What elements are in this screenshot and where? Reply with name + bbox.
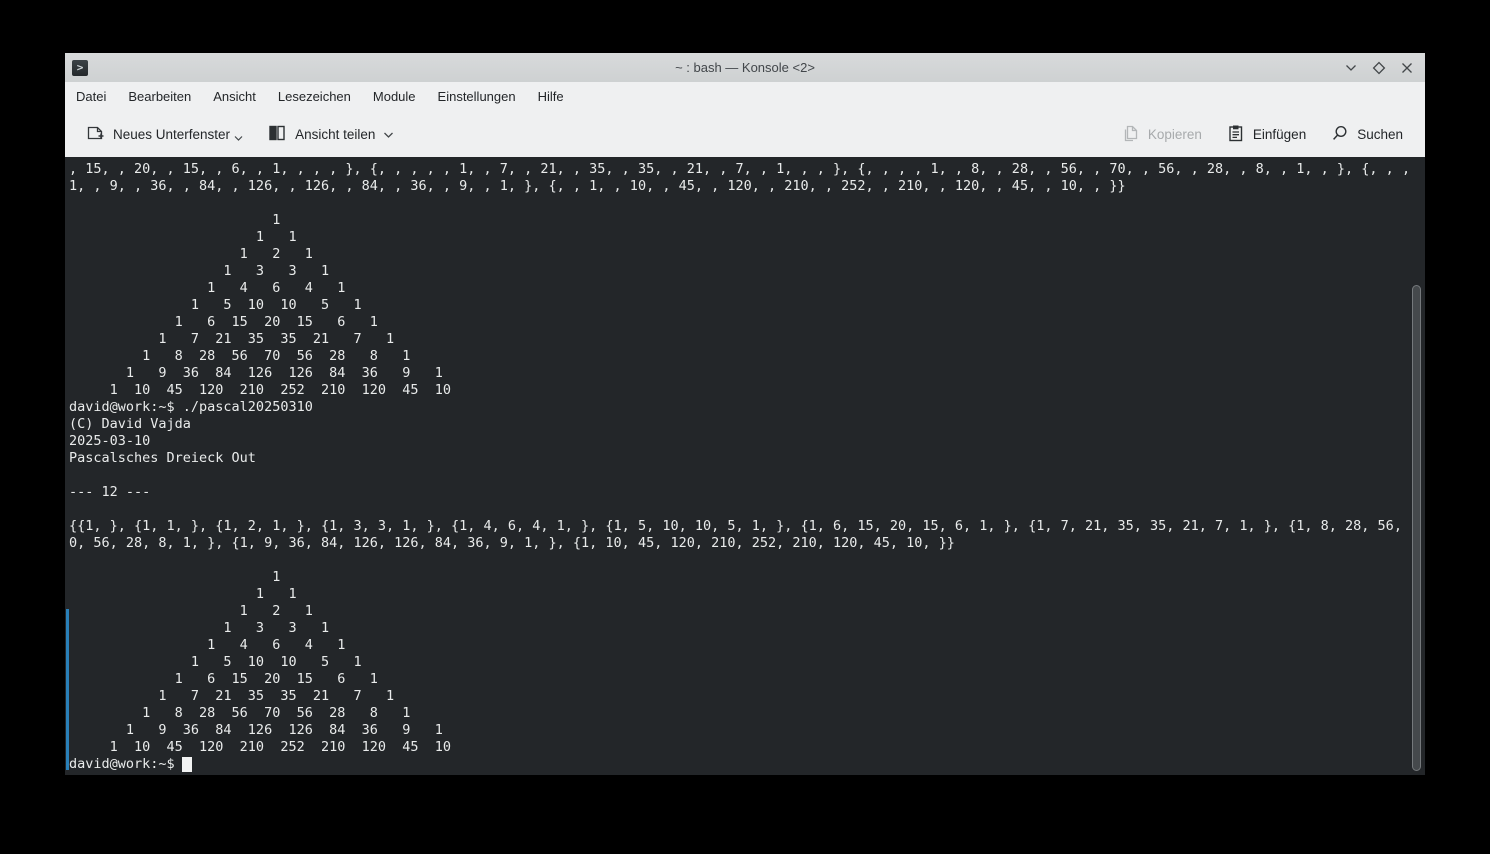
menu-bearbeiten[interactable]: Bearbeiten bbox=[117, 82, 202, 112]
konsole-window: > ~ : bash — Konsole <2> Datei Bearbeit bbox=[65, 53, 1425, 775]
paste-button[interactable]: Einfügen bbox=[1218, 118, 1314, 152]
chevron-down-icon bbox=[234, 130, 243, 145]
new-output-marker bbox=[66, 609, 69, 770]
titlebar[interactable]: > ~ : bash — Konsole <2> bbox=[65, 53, 1425, 82]
close-icon[interactable] bbox=[1398, 59, 1416, 77]
copy-button[interactable]: Kopieren bbox=[1113, 118, 1210, 152]
terminal-cursor bbox=[182, 757, 192, 772]
terminal-output: , 15, , 20, , 15, , 6, , 1, , , , }, {, … bbox=[65, 157, 1425, 773]
menu-hilfe[interactable]: Hilfe bbox=[527, 82, 575, 112]
copy-icon bbox=[1121, 124, 1140, 146]
maximize-icon[interactable] bbox=[1370, 59, 1388, 77]
menubar: Datei Bearbeiten Ansicht Lesezeichen Mod… bbox=[65, 82, 1425, 112]
new-tab-label: Neues Unterfenster bbox=[113, 127, 230, 142]
window-title: ~ : bash — Konsole <2> bbox=[65, 60, 1425, 75]
window-controls bbox=[1342, 59, 1425, 77]
copy-label: Kopieren bbox=[1148, 127, 1202, 142]
search-icon bbox=[1330, 124, 1349, 146]
paste-icon bbox=[1226, 124, 1245, 146]
new-tab-button[interactable]: Neues Unterfenster bbox=[77, 117, 251, 152]
menu-einstellungen[interactable]: Einstellungen bbox=[427, 82, 527, 112]
split-view-icon bbox=[267, 123, 287, 146]
toolbar: Neues Unterfenster Ansicht teilen bbox=[65, 112, 1425, 157]
paste-label: Einfügen bbox=[1253, 127, 1306, 142]
scrollbar-thumb[interactable] bbox=[1412, 285, 1421, 771]
menu-module[interactable]: Module bbox=[362, 82, 427, 112]
chevron-down-icon bbox=[383, 127, 394, 142]
menu-ansicht[interactable]: Ansicht bbox=[202, 82, 267, 112]
scrollbar-track[interactable] bbox=[1409, 157, 1425, 775]
toolbar-right-group: Kopieren Einfügen bbox=[1113, 118, 1411, 152]
menu-lesezeichen[interactable]: Lesezeichen bbox=[267, 82, 362, 112]
menu-datei[interactable]: Datei bbox=[65, 82, 117, 112]
search-label: Suchen bbox=[1357, 127, 1403, 142]
tab-new-icon bbox=[85, 123, 105, 146]
minimize-icon[interactable] bbox=[1342, 59, 1360, 77]
split-view-button[interactable]: Ansicht teilen bbox=[259, 117, 402, 152]
terminal-area[interactable]: , 15, , 20, , 15, , 6, , 1, , , , }, {, … bbox=[65, 157, 1425, 775]
search-button[interactable]: Suchen bbox=[1322, 118, 1411, 152]
split-view-label: Ansicht teilen bbox=[295, 127, 375, 142]
